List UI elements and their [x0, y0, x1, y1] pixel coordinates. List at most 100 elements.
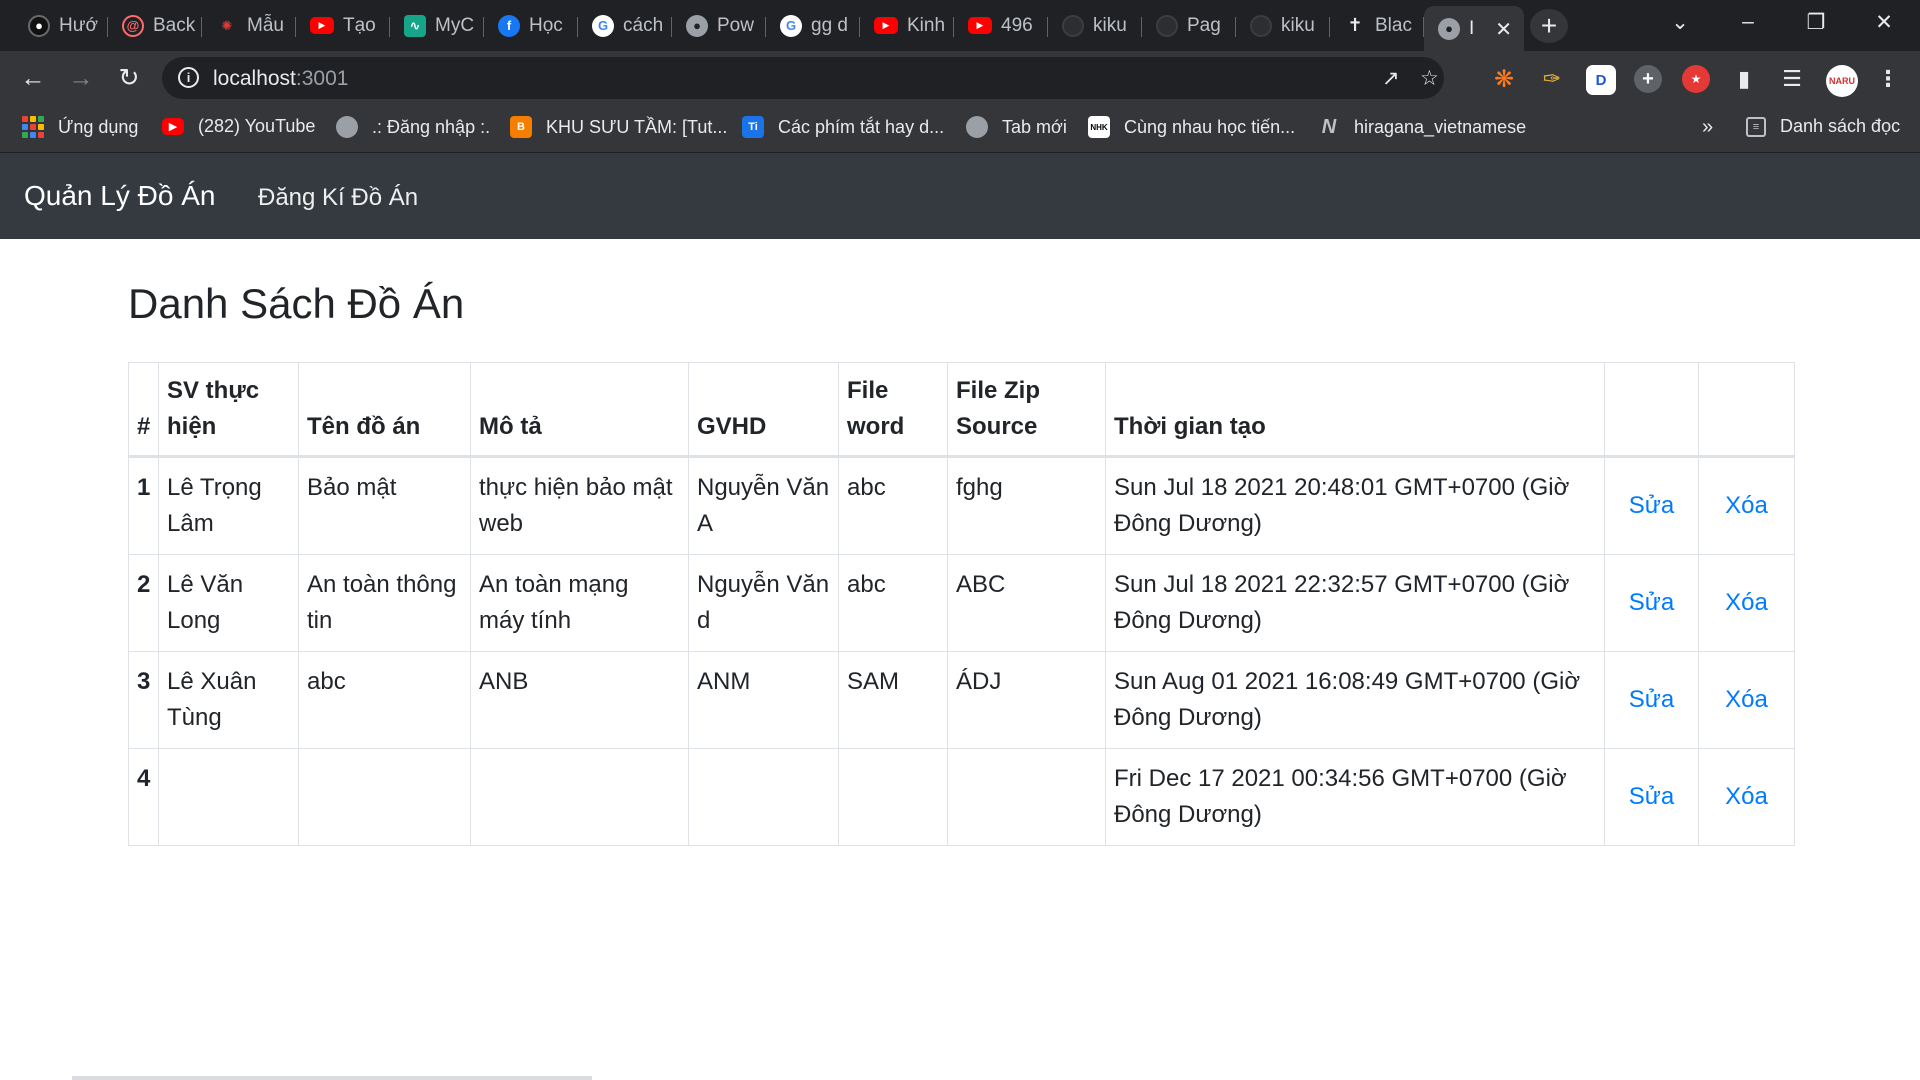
bookmarks-overflow[interactable]: »	[1702, 116, 1713, 139]
more-menu-icon[interactable]: ⋮	[1874, 65, 1902, 93]
edit-link[interactable]: Sửa	[1629, 783, 1674, 810]
browser-tab[interactable]: Pag	[1142, 8, 1236, 43]
cell-student	[158, 748, 299, 846]
column-header: File Zip Source	[947, 362, 1106, 458]
reading-list-icon: ≡	[1746, 116, 1766, 137]
cell-file-zip	[947, 748, 1106, 846]
column-header: Tên đồ án	[298, 362, 471, 458]
page-title: Danh Sách Đồ Án	[128, 280, 465, 327]
delete-link[interactable]: Xóa	[1725, 492, 1768, 519]
tab-label: cách	[623, 14, 664, 36]
horizontal-scrollbar[interactable]	[72, 1076, 592, 1080]
browser-tab[interactable]: G gg d	[766, 8, 860, 43]
row-number: 1	[128, 456, 159, 555]
close-icon[interactable]: ✕	[1495, 17, 1512, 42]
cell-edit: Sửa	[1604, 651, 1699, 749]
table-header-row: # SV thực hiện Tên đồ án Mô tả GVHD File…	[128, 362, 1795, 458]
cell-advisor: Nguyễn Văn d	[688, 554, 839, 652]
delete-link[interactable]: Xóa	[1725, 589, 1768, 616]
delete-link[interactable]: Xóa	[1725, 783, 1768, 810]
browser-tab[interactable]: ▶ Tạo	[296, 8, 390, 43]
tab-search-icon[interactable]: ⌄	[1660, 10, 1700, 35]
cell-file-word: SAM	[838, 651, 948, 749]
bookmark-label: KHU SƯU TẦM: [Tut...	[546, 116, 728, 137]
browser-tab[interactable]: kiku	[1048, 8, 1142, 43]
browser-tab-active[interactable]: ● I ✕	[1424, 6, 1524, 51]
extension-icon[interactable]: +	[1634, 65, 1662, 93]
nav-link-register[interactable]: Đăng Kí Đồ Án	[258, 184, 418, 212]
browser-tab[interactable]: f Học	[484, 8, 578, 43]
column-header: Mô tả	[470, 362, 689, 458]
info-icon[interactable]: i	[178, 67, 199, 88]
star-icon[interactable]: ☆	[1420, 66, 1439, 91]
globe-icon: ●	[686, 14, 708, 37]
share-icon[interactable]: ↗	[1382, 66, 1400, 91]
spiral-icon: @	[122, 14, 144, 37]
edit-link[interactable]: Sửa	[1629, 492, 1674, 519]
cell-file-zip: ÁDJ	[947, 651, 1106, 749]
extension-icon[interactable]: D	[1586, 65, 1616, 95]
cell-edit: Sửa	[1604, 748, 1699, 846]
address-bar[interactable]: i localhost:3001 ↗ ☆	[162, 57, 1444, 99]
browser-tab[interactable]: ▶ 496	[954, 8, 1048, 43]
cell-advisor: Nguyễn Văn A	[688, 456, 839, 555]
youtube-icon: ▶	[968, 17, 992, 34]
column-header	[1698, 362, 1795, 458]
browser-tab[interactable]: ▶ Kinh	[860, 8, 954, 43]
reading-mode-icon[interactable]: ☰	[1778, 65, 1806, 93]
extension-icon[interactable]: ❋	[1490, 65, 1518, 93]
extension-icon[interactable]: ✑	[1538, 65, 1566, 93]
browser-tab[interactable]: ● Hướ	[14, 8, 108, 43]
browser-tab[interactable]: ∿ MyC	[390, 8, 484, 43]
column-header: SV thực hiện	[158, 362, 299, 458]
profile-avatar[interactable]: NARU	[1826, 65, 1858, 97]
minimize-icon[interactable]: –	[1728, 10, 1768, 34]
delete-link[interactable]: Xóa	[1725, 686, 1768, 713]
edit-link[interactable]: Sửa	[1629, 589, 1674, 616]
bookmark-apps[interactable]: Ứng dụng	[22, 116, 138, 138]
edit-link[interactable]: Sửa	[1629, 686, 1674, 713]
back-button[interactable]: ←	[16, 63, 50, 93]
tab-label: Back	[153, 14, 196, 36]
browser-tab[interactable]: ✺ Mẫu	[202, 8, 296, 43]
tab-strip: ● Hướ @ Back ✺ Mẫu ▶ Tạo ∿ MyC f Học G c…	[0, 0, 1920, 51]
table-row: 1 Lê Trọng Lâm Bảo mật thực hiện bảo mật…	[128, 456, 1795, 555]
bookmark-login[interactable]: .: Đăng nhập :.	[336, 116, 490, 138]
bookmark-hiragana[interactable]: N hiragana_vietnamese	[1318, 116, 1526, 138]
cell-delete: Xóa	[1698, 554, 1795, 652]
restore-icon[interactable]: ❐	[1796, 10, 1836, 35]
bookmarks-bar: Ứng dụng ▶ (282) YouTube .: Đăng nhập :.…	[0, 105, 1920, 153]
forward-button[interactable]: →	[64, 63, 98, 93]
reload-button[interactable]: ↻	[112, 63, 146, 93]
bookmark-blogger[interactable]: B KHU SƯU TẦM: [Tut...	[510, 116, 727, 138]
extension-icon[interactable]: ★	[1682, 65, 1710, 93]
reading-list[interactable]: ≡ Danh sách đọc	[1746, 116, 1900, 137]
close-window-icon[interactable]: ✕	[1864, 10, 1904, 35]
bookmark-nhk[interactable]: NHK Cùng nhau học tiến...	[1088, 116, 1295, 138]
bookmark-label: Tab mới	[1002, 116, 1067, 137]
tab-label: Học	[529, 14, 563, 36]
browser-tab[interactable]: @ Back	[108, 8, 202, 43]
table-row: 2 Lê Văn Long An toàn thông tin An toàn …	[128, 554, 1795, 652]
bookmark-newtab[interactable]: Tab mới	[966, 116, 1067, 138]
cell-student: Lê Trọng Lâm	[158, 456, 299, 555]
navbar-brand[interactable]: Quản Lý Đồ Án	[24, 180, 215, 212]
browser-tab[interactable]: ✝ Blac	[1330, 8, 1424, 43]
youtube-icon: ▶	[874, 17, 898, 34]
new-tab-button[interactable]: +	[1530, 9, 1568, 43]
app-navbar: Quản Lý Đồ Án Đăng Kí Đồ Án	[0, 153, 1920, 239]
reading-list-label: Danh sách đọc	[1780, 116, 1901, 136]
tab-label: gg d	[811, 14, 848, 36]
bookmark-shortcuts[interactable]: Ti Các phím tắt hay d...	[742, 116, 944, 138]
project-table: # SV thực hiện Tên đồ án Mô tả GVHD File…	[128, 362, 1795, 846]
tab-label: Mẫu	[247, 14, 284, 36]
column-header: #	[128, 362, 159, 458]
bookmark-youtube[interactable]: ▶ (282) YouTube	[162, 116, 315, 137]
browser-tab[interactable]: ● Pow	[672, 8, 766, 43]
browser-tab[interactable]: kiku	[1236, 8, 1330, 43]
circle-icon	[966, 116, 988, 138]
tab-label: 496	[1001, 14, 1033, 36]
cell-description	[470, 748, 689, 846]
browser-tab[interactable]: G cách	[578, 8, 672, 43]
puzzle-icon[interactable]: ▮	[1730, 65, 1758, 93]
